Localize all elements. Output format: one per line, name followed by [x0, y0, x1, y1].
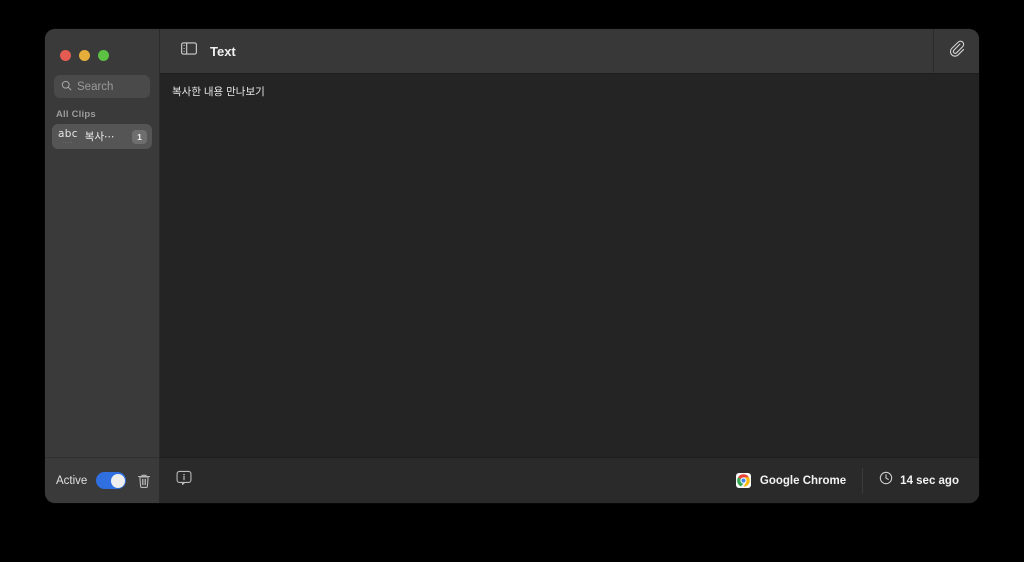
- main-header: Text: [160, 29, 979, 74]
- clip-content-text: 복사한 내용 만나보기: [172, 86, 265, 98]
- page-title: Text: [210, 43, 236, 59]
- sidebar-footer: Active: [45, 457, 159, 503]
- header-left-group: Text: [160, 42, 933, 60]
- sidebar: All Clips abc ...... 복사⋯ 1 Active: [45, 29, 160, 503]
- active-label: Active: [56, 474, 88, 487]
- clip-list: abc ...... 복사⋯ 1: [45, 124, 159, 149]
- search-input[interactable]: [77, 80, 143, 93]
- source-app: Google Chrome: [735, 468, 862, 494]
- sidebar-toggle-icon[interactable]: [181, 42, 197, 60]
- clip-title: 복사⋯: [84, 131, 115, 143]
- search-box[interactable]: [54, 75, 150, 98]
- active-toggle[interactable]: [96, 472, 127, 489]
- section-label-all-clips: All Clips: [56, 109, 96, 120]
- main-footer: Google Chrome 14 sec ago: [160, 457, 979, 503]
- content-area[interactable]: 복사한 내용 만나보기: [160, 74, 979, 457]
- close-button[interactable]: [60, 50, 71, 61]
- trash-icon[interactable]: [137, 473, 151, 489]
- search-icon: [61, 78, 72, 96]
- timestamp-text: 14 sec ago: [900, 474, 959, 487]
- toggle-knob: [110, 473, 125, 488]
- clip-count-badge: 1: [132, 129, 147, 144]
- minimize-button[interactable]: [79, 50, 90, 61]
- info-icon: [176, 470, 192, 491]
- maximize-button[interactable]: [98, 50, 109, 61]
- app-window: All Clips abc ...... 복사⋯ 1 Active: [45, 29, 979, 503]
- search-container: [45, 67, 159, 98]
- source-app-name: Google Chrome: [759, 474, 847, 487]
- clock-icon: [879, 471, 893, 490]
- attachment-button[interactable]: [933, 29, 979, 73]
- paperclip-icon: [948, 40, 965, 62]
- main-panel: Text 복사한 내용 만나보기 Google Chrome 14 sec ag…: [160, 29, 979, 503]
- chrome-icon: [735, 473, 751, 488]
- info-button[interactable]: [160, 470, 192, 491]
- list-item[interactable]: abc ...... 복사⋯ 1: [52, 124, 152, 149]
- abc-text-type-icon: abc ......: [58, 127, 78, 145]
- timestamp: 14 sec ago: [862, 467, 979, 494]
- window-controls: [45, 29, 159, 67]
